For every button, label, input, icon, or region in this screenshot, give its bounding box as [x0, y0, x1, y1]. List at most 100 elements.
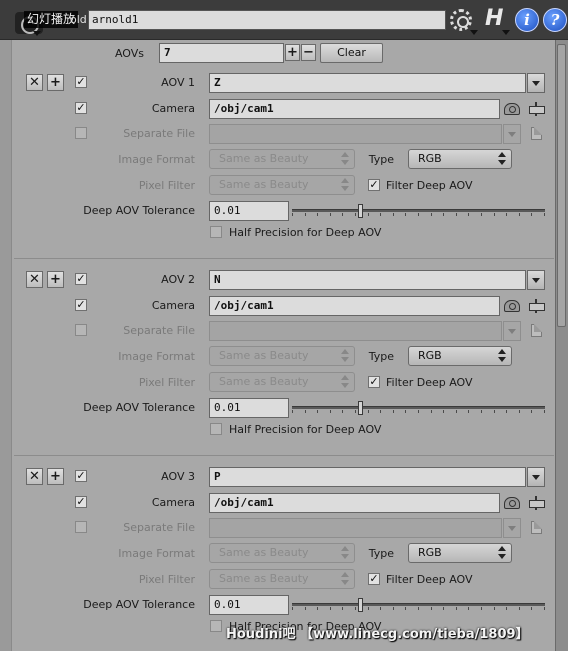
- aov-enable-checkbox[interactable]: ✓: [75, 273, 87, 285]
- gear-icon[interactable]: [450, 9, 472, 31]
- slider-tick: [506, 607, 507, 610]
- aov-name-dropdown[interactable]: [527, 270, 545, 290]
- image-format-label: Image Format: [118, 153, 195, 166]
- separate-file-field: [209, 124, 502, 144]
- camera-chooser-icon[interactable]: [504, 103, 520, 115]
- slider-thumb[interactable]: [358, 401, 363, 415]
- pixel-filter-label: Pixel Filter: [138, 573, 195, 586]
- separate-file-field: [209, 321, 502, 341]
- slider-tick: [531, 410, 532, 413]
- separate-file-dropdown: [503, 124, 521, 144]
- node-name-field[interactable]: arnold1: [88, 10, 446, 30]
- aov-enable-checkbox[interactable]: ✓: [75, 76, 87, 88]
- camera-path-field[interactable]: /obj/cam1: [209, 493, 500, 513]
- left-gutter: [0, 40, 12, 651]
- chevron-down-icon[interactable]: [33, 31, 41, 36]
- camera-enable-checkbox[interactable]: ✓: [75, 102, 87, 114]
- slider-tick: [494, 213, 495, 216]
- separate-file-label: Separate File: [123, 324, 195, 337]
- deep-tolerance-slider[interactable]: [292, 401, 545, 415]
- type-select[interactable]: RGB: [408, 149, 512, 169]
- deep-tolerance-field[interactable]: 0.01: [209, 595, 289, 615]
- updown-arrows-icon: [341, 152, 349, 166]
- camera-handle-icon[interactable]: [529, 102, 545, 116]
- filter-deep-aov-checkbox[interactable]: ✓: [368, 179, 380, 191]
- aov-name-field[interactable]: Z: [209, 73, 526, 93]
- add-aov-button[interactable]: +: [285, 44, 300, 61]
- slider-tick: [317, 607, 318, 610]
- slider-tick: [506, 410, 507, 413]
- remove-aov-block-button[interactable]: ✕: [26, 468, 43, 485]
- slider-tick: [292, 213, 293, 216]
- slider-tick: [531, 213, 532, 216]
- slider-tick: [418, 213, 419, 216]
- slider-tick: [456, 410, 457, 413]
- type-select[interactable]: RGB: [408, 346, 512, 366]
- half-precision-checkbox[interactable]: [210, 226, 222, 238]
- pixel-filter-label: Pixel Filter: [138, 376, 195, 389]
- separate-file-checkbox[interactable]: [75, 127, 87, 139]
- camera-chooser-icon[interactable]: [504, 300, 520, 312]
- camera-enable-checkbox[interactable]: ✓: [75, 496, 87, 508]
- camera-enable-checkbox[interactable]: ✓: [75, 299, 87, 311]
- scrollbar-thumb[interactable]: [557, 44, 566, 327]
- slider-tick: [342, 607, 343, 610]
- camera-path-field[interactable]: /obj/cam1: [209, 296, 500, 316]
- file-browser-icon: [531, 127, 542, 140]
- slider-tick: [468, 410, 469, 413]
- insert-aov-block-button[interactable]: +: [47, 74, 64, 91]
- slider-tick: [368, 607, 369, 610]
- camera-path-field[interactable]: /obj/cam1: [209, 99, 500, 119]
- filter-deep-aov-checkbox[interactable]: ✓: [368, 376, 380, 388]
- camera-handle-icon[interactable]: [529, 299, 545, 313]
- remove-aov-block-button[interactable]: ✕: [26, 74, 43, 91]
- deep-tolerance-field[interactable]: 0.01: [209, 398, 289, 418]
- camera-chooser-icon[interactable]: [504, 497, 520, 509]
- separate-file-checkbox[interactable]: [75, 521, 87, 533]
- slider-tick: [468, 607, 469, 610]
- slider-tick: [380, 607, 381, 610]
- separate-file-label: Separate File: [123, 521, 195, 534]
- type-select[interactable]: RGB: [408, 543, 512, 563]
- filter-deep-aov-checkbox[interactable]: ✓: [368, 573, 380, 585]
- deep-tolerance-slider[interactable]: [292, 204, 545, 218]
- slider-thumb[interactable]: [358, 598, 363, 612]
- aov-enable-checkbox[interactable]: ✓: [75, 470, 87, 482]
- aovs-count-field[interactable]: 7: [159, 43, 284, 63]
- insert-aov-block-button[interactable]: +: [47, 271, 64, 288]
- aov-name-field[interactable]: N: [209, 270, 526, 290]
- slider-tick: [368, 213, 369, 216]
- half-precision-checkbox[interactable]: [210, 423, 222, 435]
- slider-tick: [443, 213, 444, 216]
- deep-tolerance-field[interactable]: 0.01: [209, 201, 289, 221]
- camera-handle-icon[interactable]: [529, 496, 545, 510]
- image-format-label: Image Format: [118, 350, 195, 363]
- slider-tick: [494, 607, 495, 610]
- filter-deep-aov-label: Filter Deep AOV: [386, 179, 473, 192]
- slider-tick: [355, 410, 356, 413]
- deep-tolerance-slider[interactable]: [292, 598, 545, 612]
- updown-arrows-icon: [341, 349, 349, 363]
- slider-thumb[interactable]: [358, 204, 363, 218]
- remove-aov-block-button[interactable]: ✕: [26, 271, 43, 288]
- separate-file-checkbox[interactable]: [75, 324, 87, 336]
- slider-tick: [431, 213, 432, 216]
- insert-aov-block-button[interactable]: +: [47, 468, 64, 485]
- chevron-down-icon[interactable]: [502, 30, 510, 35]
- slider-tick: [494, 410, 495, 413]
- info-icon[interactable]: i: [515, 8, 539, 32]
- remove-aov-button[interactable]: −: [301, 44, 316, 61]
- slider-tick: [431, 410, 432, 413]
- separate-file-label: Separate File: [123, 127, 195, 140]
- aov-name-field[interactable]: P: [209, 467, 526, 487]
- help-icon[interactable]: ?: [543, 8, 567, 32]
- clear-aovs-button[interactable]: Clear: [320, 43, 383, 63]
- slider-tick: [330, 607, 331, 610]
- pixel-filter-select: Same as Beauty: [209, 372, 355, 392]
- half-precision-checkbox[interactable]: [210, 620, 222, 632]
- aov-label: AOV 3: [161, 470, 195, 483]
- aov-name-dropdown[interactable]: [527, 73, 545, 93]
- chevron-down-icon[interactable]: [470, 30, 478, 35]
- aov-name-dropdown[interactable]: [527, 467, 545, 487]
- slider-tick: [317, 410, 318, 413]
